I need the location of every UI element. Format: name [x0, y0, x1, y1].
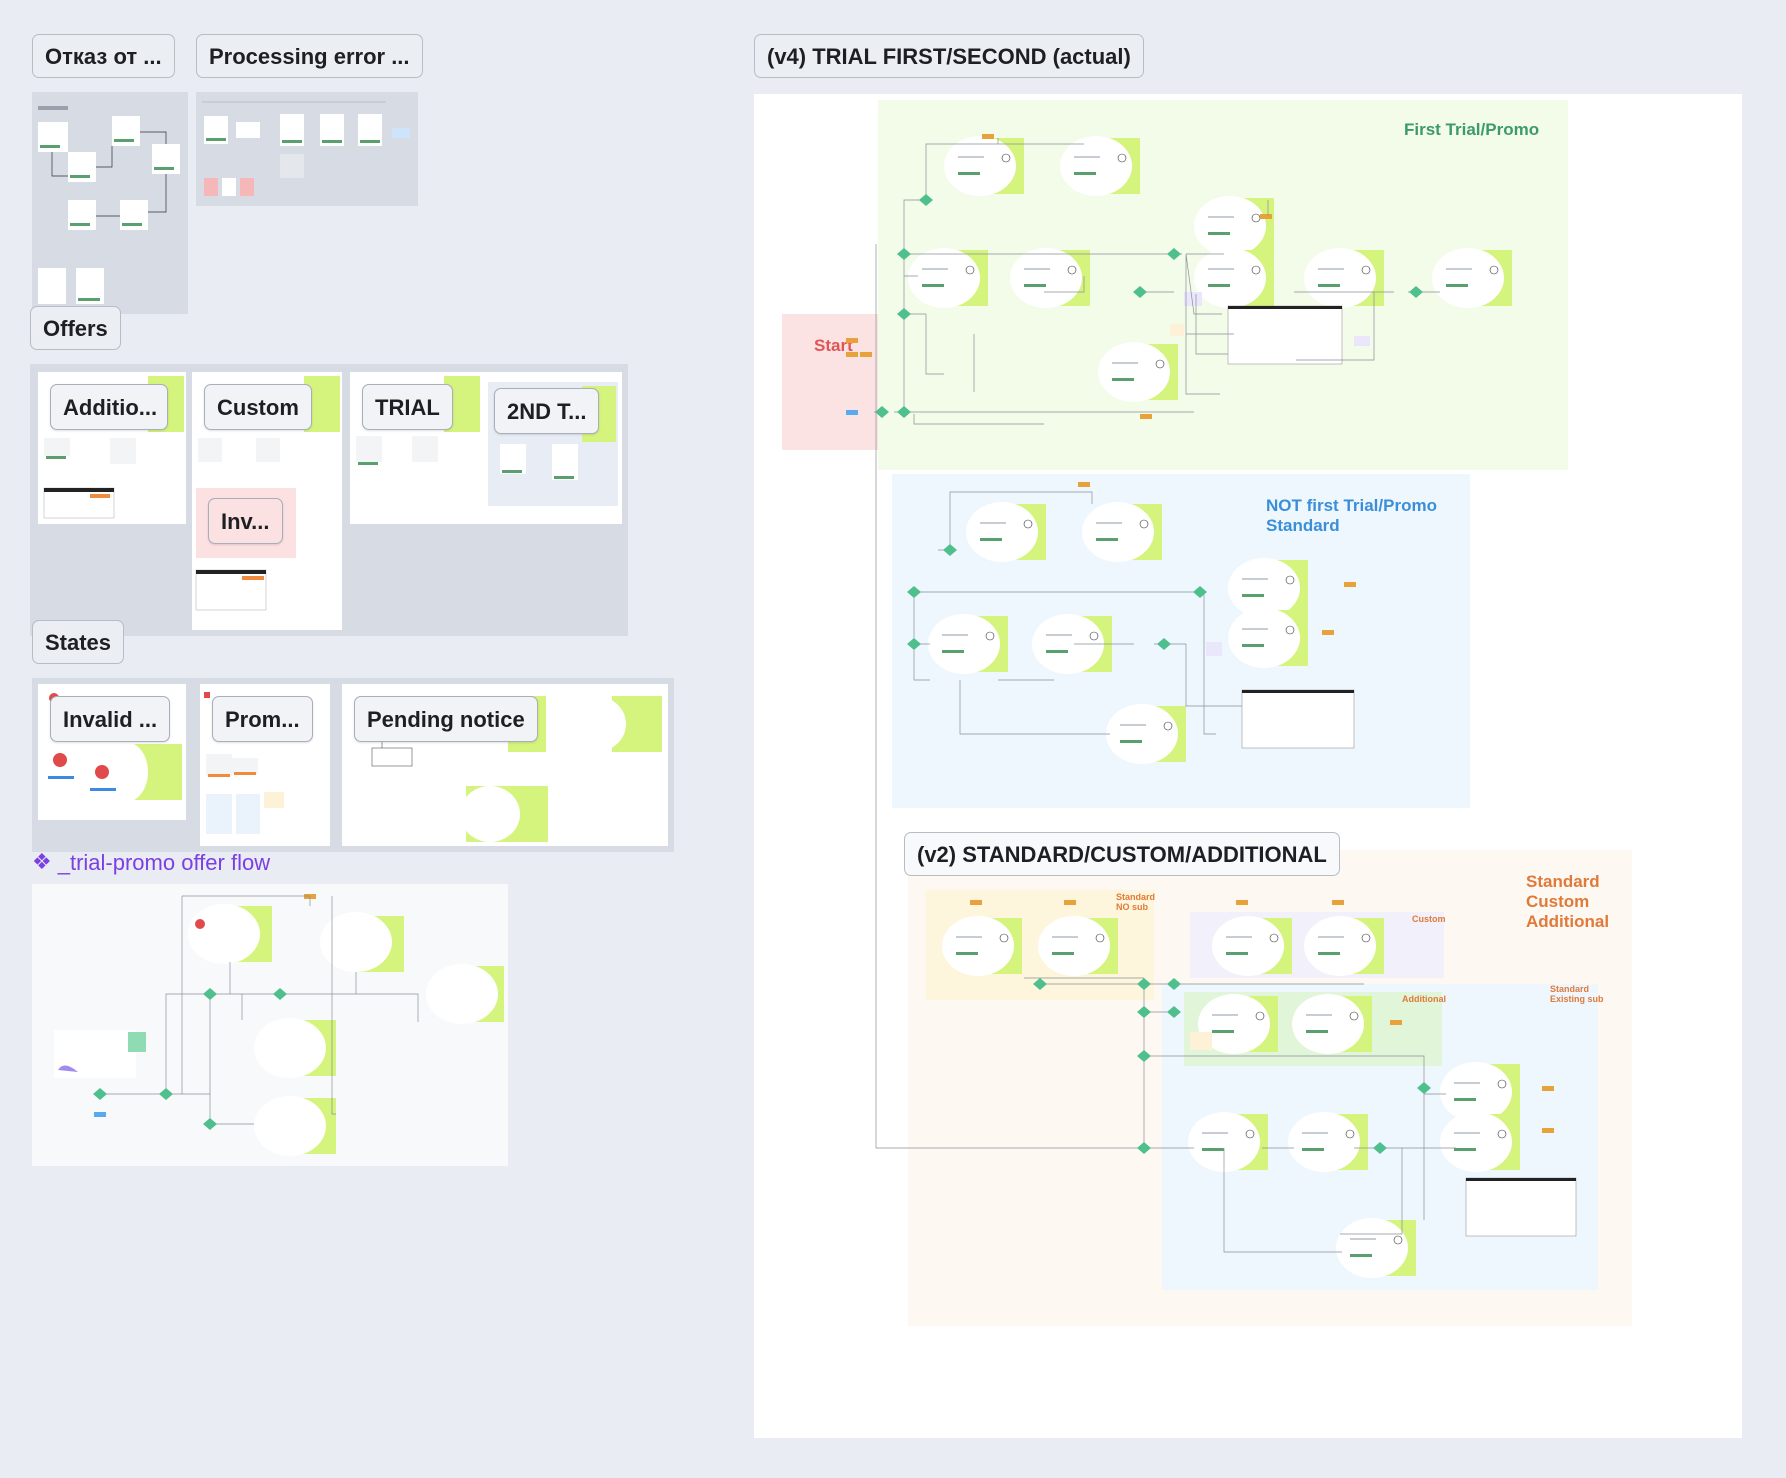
- states-pending-notice-label[interactable]: Pending notice: [354, 696, 538, 742]
- offers-custom-label[interactable]: Custom: [204, 384, 312, 430]
- offers-invalid-label[interactable]: Inv...: [208, 498, 283, 544]
- frame-processing-error[interactable]: [196, 92, 418, 206]
- component-link-trial-promo-flow[interactable]: ❖ _trial-promo offer flow: [32, 850, 270, 876]
- frame-trial-promo-flow[interactable]: [32, 884, 508, 1166]
- states-invalid-label[interactable]: Invalid ...: [50, 696, 171, 742]
- main-flow-diagram: [846, 134, 1577, 1279]
- frame-label-processing-error[interactable]: Processing error ...: [196, 34, 423, 78]
- component-icon: ❖: [32, 850, 52, 875]
- processing-error-frame-diagram: [202, 101, 410, 196]
- frame-label-v2-standard[interactable]: (v2) STANDARD/CUSTOM/ADDITIONAL: [904, 832, 1340, 876]
- frame-label-offers[interactable]: Offers: [30, 306, 121, 350]
- frame-v4-trial[interactable]: Start First Trial/Promo NOT first Trial/…: [754, 94, 1742, 1438]
- frame-label-states[interactable]: States: [32, 620, 125, 664]
- frame-label-v4-trial[interactable]: (v4) TRIAL FIRST/SECOND (actual): [754, 34, 1144, 78]
- component-link-label: _trial-promo offer flow: [57, 850, 271, 875]
- offers-second-trial-label[interactable]: 2ND T...: [494, 388, 600, 434]
- states-promo-label[interactable]: Prom...: [212, 696, 313, 742]
- otkaz-frame-diagram: [38, 106, 180, 304]
- frame-label-otkaz[interactable]: Отказ от ...: [32, 34, 175, 78]
- trial-promo-flow-diagram: [54, 894, 504, 1156]
- offers-additional-label[interactable]: Additio...: [50, 384, 168, 430]
- frame-otkaz[interactable]: [32, 92, 188, 314]
- offers-trial-label[interactable]: TRIAL: [362, 384, 453, 430]
